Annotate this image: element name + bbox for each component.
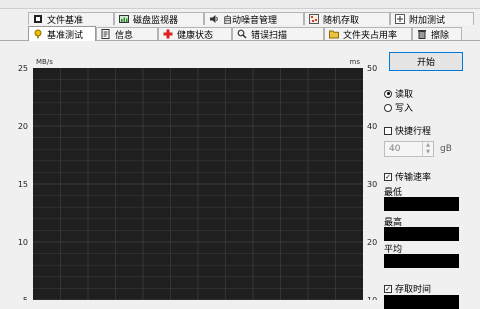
y-left-tick-label: 25	[18, 64, 28, 73]
write-radio-dot	[384, 103, 392, 112]
transfer-rate-checkbox[interactable]: ✓ 传输速率	[384, 170, 431, 183]
extra-tests-icon-svg	[395, 14, 405, 24]
y-right-tick-label: 40	[367, 122, 377, 131]
min-value	[384, 197, 459, 211]
chart-grid	[33, 68, 363, 300]
y-right-unit: ms	[350, 58, 361, 66]
folder-icon	[329, 29, 339, 39]
y-left-unit: MB/s	[36, 58, 53, 66]
y-left-tick-label: 15	[18, 180, 28, 189]
disk-monitor-icon-svg	[119, 15, 129, 23]
control-panel: 开始 读取 写入 快捷行程 40 ▲ ▼ gB ✓ 传输速率 最低 最高 平均 ✓…	[380, 40, 480, 309]
start-button[interactable]: 开始	[389, 52, 463, 71]
folder-icon-svg	[329, 30, 339, 39]
speaker-icon	[209, 14, 219, 24]
info-icon-svg	[101, 29, 110, 39]
write-radio[interactable]: 写入	[384, 101, 413, 114]
quick-stroke-box	[384, 126, 392, 135]
file-benchmark-icon	[33, 14, 43, 24]
disk-monitor-icon	[119, 14, 129, 24]
tab-benchmark[interactable]: 基准测试	[28, 26, 96, 41]
access-time-checkbox[interactable]: ✓ 存取时间	[384, 282, 431, 295]
y-left-axis: 25 20 15 10 5	[18, 64, 28, 300]
access-time-value	[384, 295, 459, 309]
stopwatch-icon-svg	[34, 29, 42, 39]
tab-label: 附加测试	[409, 15, 446, 26]
y-left-tick-label: 10	[18, 238, 28, 247]
avg-value	[384, 254, 459, 268]
tab-label: 磁盘监视器	[133, 15, 179, 26]
tab-label: 文件夹占用率	[343, 30, 398, 41]
extra-tests-icon	[395, 14, 405, 24]
access-time-label: 存取时间	[395, 285, 432, 295]
tab-file-benchmark[interactable]: 文件基准	[28, 12, 114, 26]
trash-icon	[417, 29, 427, 39]
tab-extra-tests[interactable]: 附加测试	[390, 12, 474, 26]
y-right-tick-label: 50	[367, 64, 377, 73]
quick-stroke-label: 快捷行程	[395, 127, 432, 137]
tab-row-primary: 基准测试 信息 健康状态 错误扫描 文件夹占用率 擦除	[0, 26, 480, 41]
y-right-tick-label: 10	[367, 296, 377, 300]
y-right-tick-label: 20	[367, 238, 377, 247]
tab-label: 文件基准	[47, 15, 84, 26]
tab-row-secondary: 文件基准 磁盘监视器 自动噪音管理 随机存取 附加测试	[0, 12, 480, 26]
tab-label: 健康状态	[177, 30, 214, 41]
magnifier-icon	[237, 29, 247, 39]
window-top-strip	[0, 0, 480, 9]
tab-disk-monitor[interactable]: 磁盘监视器	[114, 12, 204, 26]
tab-label: 擦除	[431, 30, 450, 41]
y-right-tick-label: 30	[367, 180, 377, 189]
health-cross-icon-svg	[163, 29, 173, 39]
magnifier-icon-svg	[237, 29, 247, 39]
tab-aam[interactable]: 自动噪音管理	[204, 12, 304, 26]
file-benchmark-icon-svg	[34, 15, 42, 23]
spinner-arrows[interactable]: ▲ ▼	[422, 142, 433, 156]
tab-random-access[interactable]: 随机存取	[304, 12, 390, 26]
tab-label: 信息	[115, 30, 134, 41]
random-access-icon-svg	[309, 14, 319, 24]
y-left-tick-label: 5	[23, 296, 28, 300]
quick-stroke-unit: gB	[440, 144, 452, 154]
transfer-rate-box: ✓	[384, 172, 392, 181]
random-access-icon	[309, 14, 319, 24]
tab-error-scan[interactable]: 错误扫描	[232, 27, 324, 41]
tab-label: 自动噪音管理	[223, 15, 278, 26]
write-label: 写入	[395, 104, 414, 114]
transfer-rate-label: 传输速率	[395, 173, 432, 183]
access-time-box: ✓	[384, 284, 392, 293]
speaker-icon-svg	[210, 15, 218, 23]
tab-erase[interactable]: 擦除	[412, 27, 462, 41]
health-cross-icon	[163, 29, 173, 39]
read-radio[interactable]: 读取	[384, 87, 413, 100]
read-radio-dot	[384, 89, 392, 98]
tab-info[interactable]: 信息	[96, 27, 158, 41]
info-icon	[101, 29, 111, 39]
y-left-tick-label: 20	[18, 122, 28, 131]
max-value	[384, 227, 459, 241]
quick-stroke-checkbox[interactable]: 快捷行程	[384, 124, 431, 137]
tab-label: 随机存取	[323, 15, 360, 26]
tab-folder-usage[interactable]: 文件夹占用率	[324, 27, 412, 41]
tab-label: 基准测试	[47, 30, 84, 41]
tab-health[interactable]: 健康状态	[158, 27, 232, 41]
quick-stroke-value: 40	[389, 144, 401, 154]
read-label: 读取	[395, 90, 414, 100]
tab-label: 错误扫描	[251, 30, 288, 41]
trash-icon-svg	[418, 30, 426, 39]
quick-stroke-spinner[interactable]: 40 ▲ ▼	[384, 141, 434, 157]
stopwatch-icon	[33, 29, 43, 39]
y-right-axis: 50 40 30 20 10	[367, 64, 377, 300]
